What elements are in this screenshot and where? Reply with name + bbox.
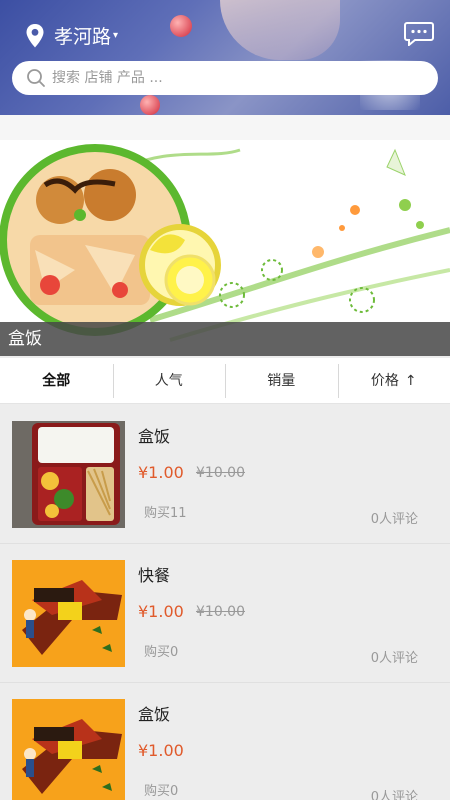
spacer bbox=[0, 115, 450, 140]
list-item[interactable]: 快餐 ¥1.00 ¥10.00 购买0 0人评论 bbox=[0, 544, 450, 683]
sort-tabs: 全部 人气 销量 价格 ↑ bbox=[0, 358, 450, 404]
product-image[interactable] bbox=[12, 560, 125, 667]
app-screen: 孝河路 ▾ 搜索 店铺 产品 ... 盒饭 全部 人气 销量 价格 ↑ 盒饭 ¥… bbox=[0, 0, 450, 800]
product-sold-count: 购买11 bbox=[144, 506, 187, 521]
tab-price[interactable]: 价格 ↑ bbox=[337, 363, 450, 398]
product-original-price: ¥10.00 bbox=[196, 604, 245, 620]
product-review-count: 0人评论 bbox=[370, 790, 418, 800]
location-pin-icon bbox=[26, 23, 44, 47]
list-item[interactable]: 盒饭 ¥1.00 ¥10.00 购买11 0人评论 bbox=[0, 405, 450, 544]
tab-label: 销量 bbox=[267, 372, 296, 389]
search-input[interactable] bbox=[52, 70, 432, 86]
tab-label: 价格 bbox=[370, 372, 399, 389]
chevron-down-icon: ▾ bbox=[113, 30, 119, 41]
fast-food-poster bbox=[12, 560, 125, 667]
header-decoration bbox=[220, 0, 340, 60]
list-item[interactable]: 盒饭 ¥1.00 购买0 0人评论 bbox=[0, 683, 450, 800]
product-sold-count: 购买0 bbox=[144, 645, 179, 660]
fast-food-poster bbox=[12, 699, 125, 800]
tab-popularity[interactable]: 人气 bbox=[112, 363, 226, 398]
search-bar[interactable] bbox=[12, 61, 438, 95]
product-list: 盒饭 ¥1.00 ¥10.00 购买11 0人评论 快餐 ¥1.00 ¥10.0… bbox=[0, 405, 450, 800]
product-review-count: 0人评论 bbox=[370, 512, 418, 527]
message-icon[interactable] bbox=[404, 22, 434, 46]
product-name: 盒饭 bbox=[138, 427, 171, 446]
tab-sales[interactable]: 销量 bbox=[225, 363, 338, 398]
product-price: ¥1.00 bbox=[138, 463, 184, 482]
location-selector[interactable]: 孝河路 ▾ bbox=[24, 22, 118, 49]
product-price: ¥1.00 bbox=[138, 602, 184, 621]
product-price: ¥1.00 bbox=[138, 741, 184, 760]
product-sold-count: 购买0 bbox=[144, 784, 179, 799]
product-name: 盒饭 bbox=[138, 705, 171, 724]
banner-caption: 盒饭 bbox=[0, 322, 450, 356]
product-original-price: ¥10.00 bbox=[196, 465, 245, 481]
header-decoration bbox=[170, 15, 192, 37]
product-review-count: 0人评论 bbox=[370, 651, 418, 666]
arrow-up-icon: ↑ bbox=[404, 372, 417, 389]
product-image[interactable] bbox=[12, 699, 125, 800]
header: 孝河路 ▾ bbox=[0, 0, 450, 115]
boxed-rice-photo bbox=[12, 421, 125, 528]
header-decoration bbox=[140, 95, 160, 115]
tab-all[interactable]: 全部 bbox=[0, 364, 113, 398]
location-label: 孝河路 bbox=[54, 26, 112, 48]
product-image[interactable] bbox=[12, 421, 125, 528]
product-name: 快餐 bbox=[138, 566, 171, 585]
tab-label: 人气 bbox=[154, 372, 183, 389]
tab-label: 全部 bbox=[42, 372, 71, 389]
search-icon bbox=[27, 69, 45, 87]
